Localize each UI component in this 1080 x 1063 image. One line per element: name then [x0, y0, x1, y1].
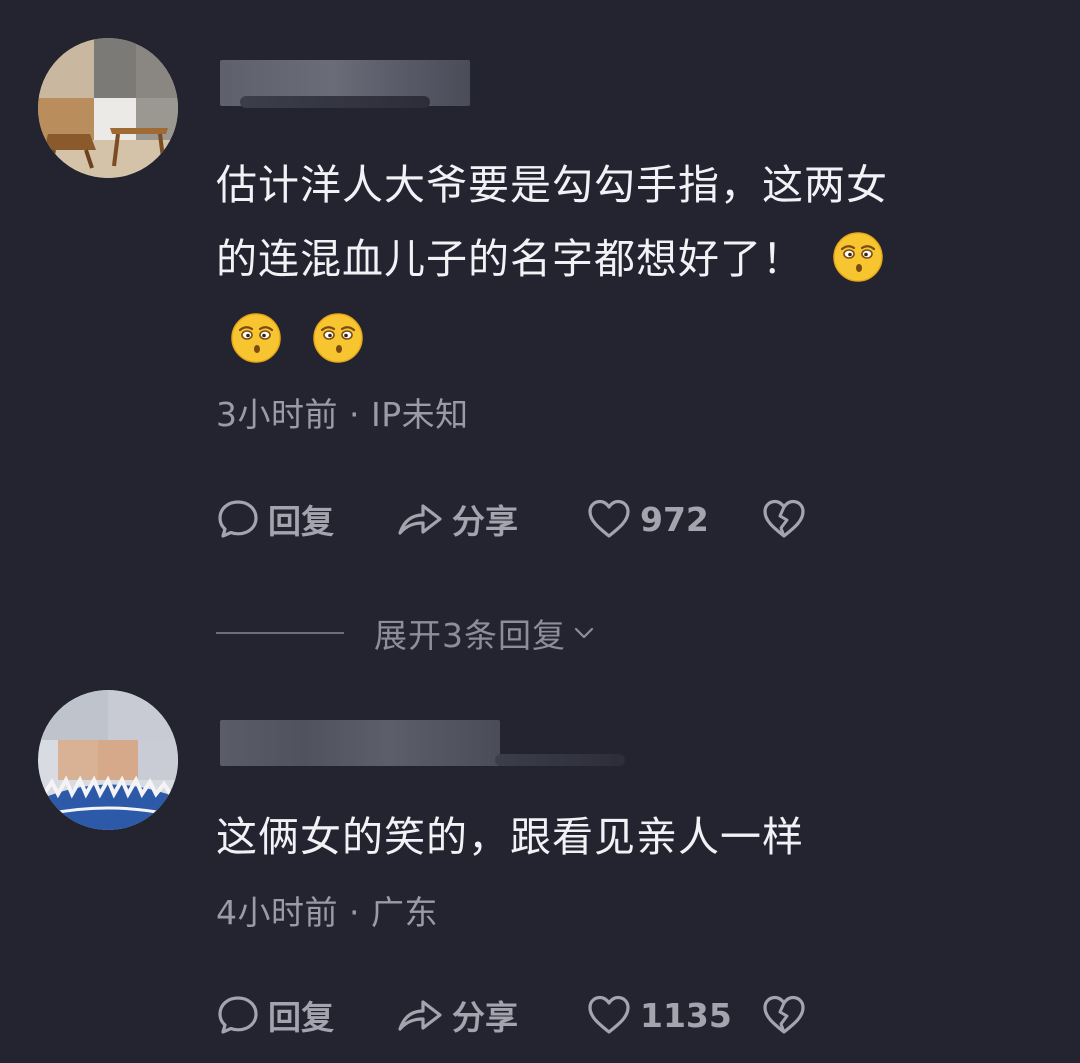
share-arrow-icon [396, 993, 444, 1037]
smirk-emoji-icon [230, 312, 282, 364]
reply-button[interactable]: 回复 [216, 495, 396, 543]
like-count: 1135 [640, 995, 732, 1035]
smirk-emoji-icon [312, 312, 364, 364]
comment-bubble-icon [216, 497, 260, 541]
comment-bubble-icon [216, 993, 260, 1037]
chevron-down-icon [572, 621, 596, 645]
divider-line [216, 632, 344, 634]
dislike-button[interactable] [761, 993, 811, 1037]
like-button[interactable]: 972 [586, 497, 761, 541]
comment-text-line: 估计洋人大爷要是勾勾手指，这两女 [216, 161, 888, 209]
comment-text: 估计洋人大爷要是勾勾手指，这两女 的连混血儿子的名字都想好了！ [216, 148, 1036, 296]
comment-text: 这俩女的笑的，跟看见亲人一样 [216, 800, 1036, 874]
username-tail-blurred [495, 754, 625, 766]
comment-item: 这俩女的笑的，跟看见亲人一样 4小时前 · 广东 回复 分享 1135 [0, 680, 1080, 1063]
like-button[interactable]: 1135 [586, 993, 761, 1037]
share-label: 分享 [452, 502, 518, 541]
dislike-button[interactable] [761, 497, 811, 541]
heart-icon [586, 993, 632, 1037]
reply-label: 回复 [268, 998, 334, 1037]
share-label: 分享 [452, 998, 518, 1037]
comment-item: 估计洋人大爷要是勾勾手指，这两女 的连混血儿子的名字都想好了！ 3小时前 · I… [0, 0, 1080, 655]
emoji-row [230, 312, 394, 364]
broken-heart-icon [761, 993, 807, 1037]
expand-replies-button[interactable]: 展开3条回复 [216, 608, 596, 658]
username-tail-blurred [240, 96, 430, 108]
comment-text-line: 这俩女的笑的，跟看见亲人一样 [216, 813, 804, 861]
comment-text-line: 的连混血儿子的名字都想好了！ [216, 235, 804, 283]
reply-label: 回复 [268, 502, 334, 541]
expand-replies-label: 展开3条回复 [374, 616, 566, 655]
comment-meta: 3小时前 · IP未知 [216, 395, 469, 434]
comment-actions: 回复 分享 972 [216, 494, 811, 544]
reply-button[interactable]: 回复 [216, 991, 396, 1039]
share-button[interactable]: 分享 [396, 495, 586, 543]
avatar[interactable] [38, 38, 178, 178]
heart-icon [586, 497, 632, 541]
username-blurred[interactable] [220, 720, 500, 766]
smirk-emoji-icon [832, 231, 884, 283]
comment-meta: 4小时前 · 广东 [216, 893, 438, 932]
share-button[interactable]: 分享 [396, 991, 586, 1039]
share-arrow-icon [396, 497, 444, 541]
comment-actions: 回复 分享 1135 [216, 990, 811, 1040]
broken-heart-icon [761, 497, 807, 541]
avatar[interactable] [38, 690, 178, 830]
like-count: 972 [640, 499, 709, 539]
